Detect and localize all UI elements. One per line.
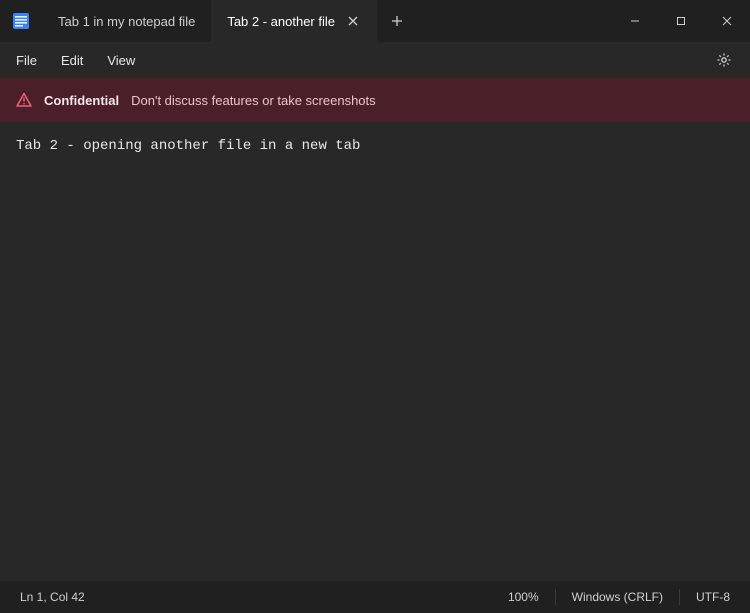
window-controls	[612, 0, 750, 42]
menu-edit[interactable]: Edit	[49, 47, 95, 74]
gear-icon	[716, 52, 732, 68]
menu-view[interactable]: View	[95, 47, 147, 74]
encoding[interactable]: UTF-8	[696, 590, 730, 604]
tabs: Tab 1 in my notepad file Tab 2 - another…	[42, 0, 377, 42]
zoom-level[interactable]: 100%	[508, 590, 539, 604]
banner-title: Confidential	[44, 93, 119, 108]
menu-file[interactable]: File	[4, 47, 49, 74]
separator	[679, 589, 680, 605]
maximize-button[interactable]	[658, 0, 704, 42]
status-bar: Ln 1, Col 42 100% Windows (CRLF) UTF-8	[0, 581, 750, 613]
banner-text: Don't discuss features or take screensho…	[131, 93, 376, 108]
tab-label: Tab 2 - another file	[227, 14, 335, 29]
close-window-button[interactable]	[704, 0, 750, 42]
line-ending[interactable]: Windows (CRLF)	[572, 590, 663, 604]
editor-area[interactable]: Tab 2 - opening another file in a new ta…	[0, 122, 750, 581]
close-icon[interactable]	[345, 13, 361, 29]
cursor-position[interactable]: Ln 1, Col 42	[20, 590, 85, 604]
settings-button[interactable]	[710, 46, 738, 74]
minimize-button[interactable]	[612, 0, 658, 42]
warning-icon	[16, 92, 32, 108]
title-bar: Tab 1 in my notepad file Tab 2 - another…	[0, 0, 750, 42]
tab-1[interactable]: Tab 1 in my notepad file	[42, 0, 211, 42]
confidential-banner: Confidential Don't discuss features or t…	[0, 78, 750, 122]
new-tab-button[interactable]	[377, 0, 417, 42]
menu-bar: File Edit View	[0, 42, 750, 78]
tab-label: Tab 1 in my notepad file	[58, 14, 195, 29]
tab-2[interactable]: Tab 2 - another file	[211, 0, 377, 42]
separator	[555, 589, 556, 605]
app-icon	[0, 0, 42, 42]
